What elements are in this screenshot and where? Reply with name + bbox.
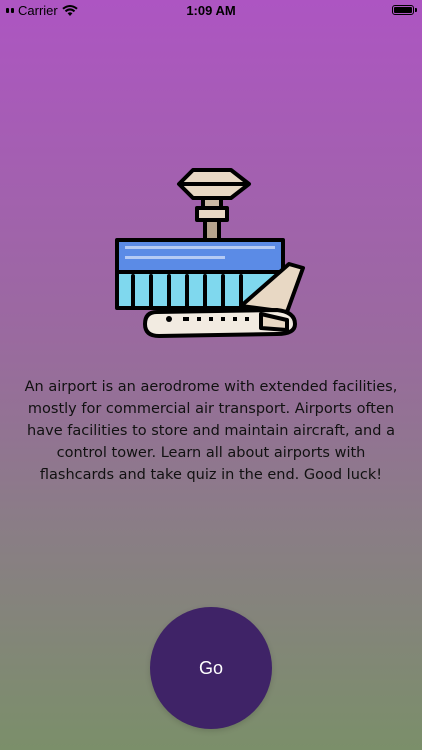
airport-illustration-icon: [115, 168, 305, 338]
status-time: 1:09 AM: [186, 3, 236, 18]
battery-icon: [392, 5, 417, 15]
description-text: An airport is an aerodrome with extended…: [24, 379, 398, 483]
go-button[interactable]: Go: [150, 607, 272, 729]
status-bar: Carrier 1:09 AM: [0, 0, 422, 22]
